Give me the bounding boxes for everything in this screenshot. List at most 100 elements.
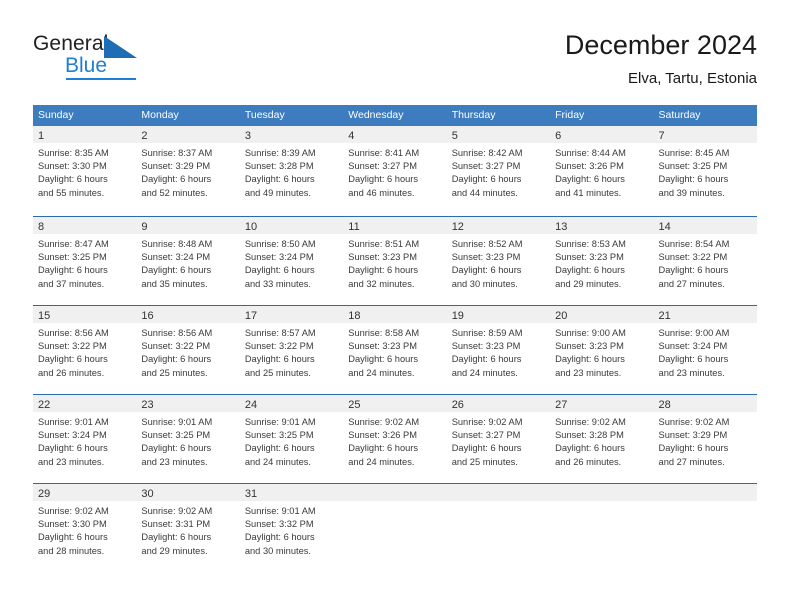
day-number: 10 <box>244 221 258 233</box>
day-info: Sunrise: 8:58 AM Sunset: 3:23 PM Dayligh… <box>343 323 446 380</box>
day-cell[interactable]: 23 Sunrise: 9:01 AM Sunset: 3:25 PM Dayl… <box>136 395 240 483</box>
sunrise-text: Sunrise: 9:01 AM <box>38 417 109 427</box>
day-cell[interactable]: 3 Sunrise: 8:39 AM Sunset: 3:28 PM Dayli… <box>239 126 344 216</box>
day-cell[interactable]: 26 Sunrise: 9:02 AM Sunset: 3:27 PM Dayl… <box>446 395 551 483</box>
day-cell[interactable]: 14 Sunrise: 8:54 AM Sunset: 3:22 PM Dayl… <box>653 217 757 305</box>
day-number: 11 <box>348 221 360 233</box>
day-number: 19 <box>451 310 464 322</box>
daylight-text-line2: and 29 minutes. <box>141 545 208 556</box>
day-info: Sunrise: 9:02 AM Sunset: 3:28 PM Dayligh… <box>550 412 653 469</box>
day-cell[interactable]: 25 Sunrise: 9:02 AM Sunset: 3:26 PM Dayl… <box>343 395 447 483</box>
sunset-text: Sunset: 3:29 PM <box>658 430 728 441</box>
calendar-page: General Blue December 2024 Elva, Tartu, … <box>0 0 792 612</box>
daylight-text-line1: Daylight: 6 hours <box>555 265 625 276</box>
daylight-text-line2: and 41 minutes. <box>555 187 622 198</box>
sunset-text: Sunset: 3:25 PM <box>658 161 728 172</box>
day-number: 3 <box>244 130 251 142</box>
day-cell[interactable]: 18 Sunrise: 8:58 AM Sunset: 3:23 PM Dayl… <box>343 306 447 394</box>
day-cell[interactable]: 16 Sunrise: 8:56 AM Sunset: 3:22 PM Dayl… <box>136 306 240 394</box>
day-cell[interactable]: 24 Sunrise: 9:01 AM Sunset: 3:25 PM Dayl… <box>239 395 344 483</box>
day-number: 16 <box>141 310 154 322</box>
daylight-text-line2: and 24 minutes. <box>244 456 311 467</box>
day-cell[interactable]: 15 Sunrise: 8:56 AM Sunset: 3:22 PM Dayl… <box>33 306 137 394</box>
day-number: 22 <box>38 399 51 411</box>
sunset-text: Sunset: 3:28 PM <box>555 430 624 441</box>
title-block: December 2024 Elva, Tartu, Estonia <box>565 28 757 90</box>
daylight-text-line2: and 23 minutes. <box>658 367 725 378</box>
daylight-text-line1: Daylight: 6 hours <box>141 443 212 454</box>
daylight-text-line1: Daylight: 6 hours <box>244 354 315 365</box>
day-cell[interactable]: 10 Sunrise: 8:50 AM Sunset: 3:24 PM Dayl… <box>239 217 344 305</box>
page-header: General Blue December 2024 Elva, Tartu, … <box>33 28 757 96</box>
logo-text-blue: Blue <box>65 54 108 77</box>
sunset-text: Sunset: 3:22 PM <box>658 252 728 263</box>
day-cell[interactable]: 29 Sunrise: 9:02 AM Sunset: 3:30 PM Dayl… <box>33 484 137 572</box>
day-cell[interactable]: 6 Sunrise: 8:44 AM Sunset: 3:26 PM Dayli… <box>550 126 654 216</box>
day-cell[interactable]: 21 Sunrise: 9:00 AM Sunset: 3:24 PM Dayl… <box>653 306 757 394</box>
sunrise-text: Sunrise: 8:54 AM <box>658 239 730 249</box>
sunrise-text: Sunrise: 8:41 AM <box>348 148 420 158</box>
daylight-text-line2: and 30 minutes. <box>244 545 311 556</box>
day-number-band: 28 <box>653 395 757 412</box>
sunset-text: Sunset: 3:23 PM <box>451 252 521 263</box>
daylight-text-line2: and 25 minutes. <box>244 367 311 378</box>
day-cell[interactable]: 22 Sunrise: 9:01 AM Sunset: 3:24 PM Dayl… <box>33 395 137 483</box>
sunrise-text: Sunrise: 9:01 AM <box>141 417 213 427</box>
day-number-band: 19 <box>446 306 551 323</box>
day-info: Sunrise: 9:01 AM Sunset: 3:32 PM Dayligh… <box>240 501 343 558</box>
day-cell[interactable]: 19 Sunrise: 8:59 AM Sunset: 3:23 PM Dayl… <box>446 306 551 394</box>
day-cell[interactable]: 28 Sunrise: 9:02 AM Sunset: 3:29 PM Dayl… <box>653 395 757 483</box>
day-cell[interactable]: 7 Sunrise: 8:45 AM Sunset: 3:25 PM Dayli… <box>653 126 757 216</box>
day-cell[interactable]: 2 Sunrise: 8:37 AM Sunset: 3:29 PM Dayli… <box>136 126 240 216</box>
day-cell[interactable]: 13 Sunrise: 8:53 AM Sunset: 3:23 PM Dayl… <box>550 217 654 305</box>
sunset-text: Sunset: 3:26 PM <box>348 430 417 441</box>
daylight-text-line2: and 23 minutes. <box>38 456 105 467</box>
week-row: 8 Sunrise: 8:47 AM Sunset: 3:25 PM Dayli… <box>33 216 757 305</box>
daylight-text-line1: Daylight: 6 hours <box>38 354 108 365</box>
day-number: 21 <box>658 310 671 322</box>
sunrise-text: Sunrise: 8:47 AM <box>38 239 109 249</box>
sunset-text: Sunset: 3:27 PM <box>451 430 521 441</box>
daylight-text-line2: and 35 minutes. <box>141 278 208 289</box>
day-cell[interactable]: 27 Sunrise: 9:02 AM Sunset: 3:28 PM Dayl… <box>550 395 654 483</box>
day-cell[interactable]: 4 Sunrise: 8:41 AM Sunset: 3:27 PM Dayli… <box>343 126 447 216</box>
sunrise-text: Sunrise: 8:35 AM <box>38 148 109 158</box>
daylight-text-line1: Daylight: 6 hours <box>348 174 419 185</box>
day-number: 20 <box>555 310 568 322</box>
daylight-text-line2: and 32 minutes. <box>348 278 415 289</box>
daylight-text-line1: Daylight: 6 hours <box>451 265 522 276</box>
sunrise-text: Sunrise: 8:42 AM <box>451 148 523 158</box>
day-cell[interactable]: 5 Sunrise: 8:42 AM Sunset: 3:27 PM Dayli… <box>446 126 551 216</box>
day-cell[interactable]: 1 Sunrise: 8:35 AM Sunset: 3:30 PM Dayli… <box>33 126 137 216</box>
daylight-text-line2: and 46 minutes. <box>348 187 415 198</box>
daylight-text-line2: and 24 minutes. <box>348 367 415 378</box>
day-number-band: 6 <box>550 126 654 143</box>
day-cell[interactable]: 8 Sunrise: 8:47 AM Sunset: 3:25 PM Dayli… <box>33 217 137 305</box>
daylight-text-line1: Daylight: 6 hours <box>244 532 315 543</box>
week-row: 22 Sunrise: 9:01 AM Sunset: 3:24 PM Dayl… <box>33 394 757 483</box>
day-cell[interactable]: 12 Sunrise: 8:52 AM Sunset: 3:23 PM Dayl… <box>446 217 551 305</box>
daylight-text-line1: Daylight: 6 hours <box>348 354 419 365</box>
weekday-header-wednesday: Wednesday <box>348 109 404 121</box>
daylight-text-line1: Daylight: 6 hours <box>38 174 108 185</box>
day-cell[interactable]: 30 Sunrise: 9:02 AM Sunset: 3:31 PM Dayl… <box>136 484 240 572</box>
day-cell[interactable]: 11 Sunrise: 8:51 AM Sunset: 3:23 PM Dayl… <box>343 217 447 305</box>
sunset-text: Sunset: 3:25 PM <box>141 430 211 441</box>
sunrise-text: Sunrise: 8:56 AM <box>38 328 109 338</box>
day-cell-empty <box>446 484 551 572</box>
day-number-band: 29 <box>33 484 137 501</box>
day-cell[interactable]: 17 Sunrise: 8:57 AM Sunset: 3:22 PM Dayl… <box>239 306 344 394</box>
day-cell[interactable]: 20 Sunrise: 9:00 AM Sunset: 3:23 PM Dayl… <box>550 306 654 394</box>
day-info: Sunrise: 8:53 AM Sunset: 3:23 PM Dayligh… <box>550 234 653 291</box>
sunset-text: Sunset: 3:30 PM <box>38 161 107 172</box>
day-cell[interactable]: 9 Sunrise: 8:48 AM Sunset: 3:24 PM Dayli… <box>136 217 240 305</box>
day-number: 29 <box>38 488 51 500</box>
daylight-text-line2: and 52 minutes. <box>141 187 208 198</box>
day-cell-empty <box>653 484 757 572</box>
day-info: Sunrise: 8:56 AM Sunset: 3:22 PM Dayligh… <box>33 323 136 380</box>
day-cell[interactable]: 31 Sunrise: 9:01 AM Sunset: 3:32 PM Dayl… <box>239 484 344 572</box>
day-number-band: 23 <box>136 395 240 412</box>
day-number-band: 17 <box>239 306 344 323</box>
day-number: 6 <box>555 130 562 142</box>
day-number: 24 <box>244 399 258 411</box>
